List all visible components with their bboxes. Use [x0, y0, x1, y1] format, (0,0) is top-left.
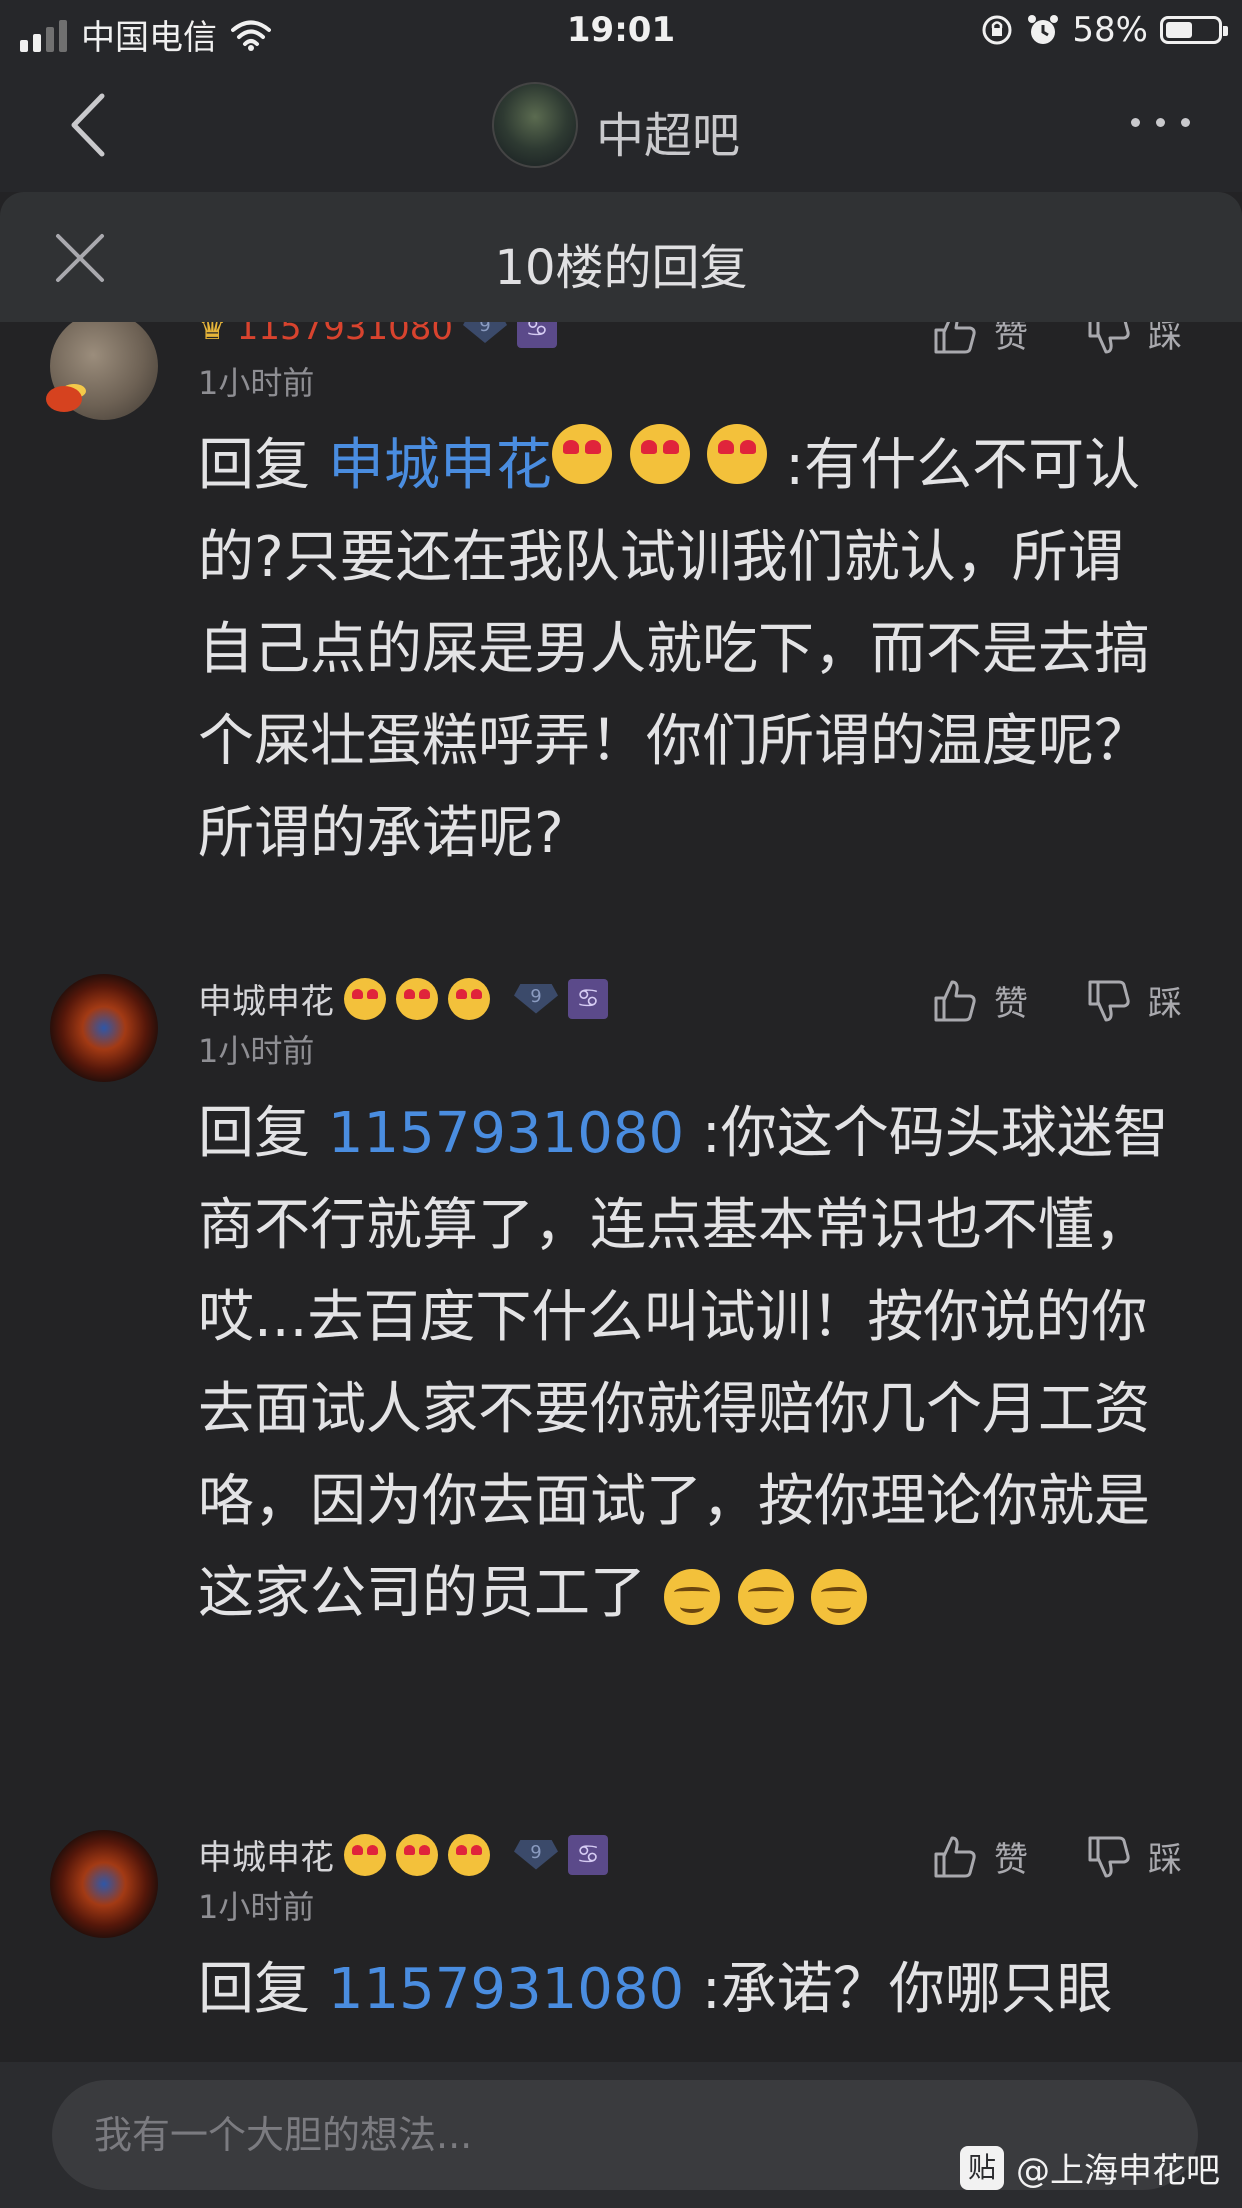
dislike-label: 踩	[1148, 984, 1182, 1024]
watermark: 贴 @上海申花吧	[960, 2143, 1220, 2192]
heart-eyes-emoji	[629, 424, 690, 484]
thumbs-up-icon	[934, 1836, 976, 1877]
user-avatar[interactable]	[46, 322, 158, 420]
heart-eyes-emoji	[396, 1833, 438, 1876]
heart-eyes-emoji	[448, 1833, 490, 1876]
thumbs-down-icon	[1088, 980, 1130, 1021]
mention-link[interactable]: 1157931080	[328, 1101, 684, 1166]
mention-link[interactable]: 申城申花	[328, 433, 552, 498]
like-label: 赞	[994, 984, 1028, 1024]
user-avatar[interactable]	[50, 1830, 158, 1938]
watermark-text: @上海申花吧	[1016, 2151, 1220, 2191]
thumbs-up-icon	[934, 322, 976, 353]
battery-icon	[1160, 16, 1228, 44]
username[interactable]: 申城申花	[198, 1830, 334, 1879]
username[interactable]: 1157931080	[237, 322, 453, 348]
zodiac-badge: ♋	[517, 322, 558, 348]
reply-content[interactable]: 回复 1157931080 :承诺？你哪只眼	[198, 1944, 1178, 2036]
dislike-label: 踩	[1148, 1840, 1182, 1880]
user-avatar[interactable]	[50, 974, 158, 1082]
username[interactable]: 申城申花	[198, 974, 334, 1023]
like-button[interactable]: 赞	[932, 1832, 1028, 1881]
crown-icon: ♛	[198, 322, 227, 347]
level-badge: 9	[463, 322, 508, 343]
alarm-icon	[1028, 15, 1059, 44]
forum-avatar[interactable]	[492, 82, 578, 168]
post-time: 1小时前	[198, 1888, 315, 1926]
heart-eyes-emoji	[707, 424, 768, 484]
thumbs-down-icon	[1088, 1836, 1130, 1877]
like-button[interactable]: 赞	[932, 322, 1028, 357]
heart-eyes-emoji	[396, 977, 438, 1020]
heart-eyes-emoji	[344, 977, 386, 1020]
thumbs-up-icon	[934, 980, 976, 1021]
nav-bar: 中超吧	[0, 62, 1242, 192]
mention-link[interactable]: 1157931080	[328, 1957, 684, 2022]
zodiac-badge: ♋	[568, 978, 608, 1019]
sheet-title: 10楼的回复	[494, 240, 748, 296]
reply-content[interactable]: 回复 1157931080 :你这个码头球迷智商不行就算了，连点基本常识也不懂，…	[198, 1088, 1178, 1640]
back-icon[interactable]	[62, 90, 122, 160]
like-button[interactable]: 赞	[932, 976, 1028, 1025]
smug-emoji	[663, 1568, 720, 1625]
heart-eyes-emoji	[344, 1833, 386, 1876]
post-time: 1小时前	[198, 364, 315, 402]
level-badge: 9	[514, 983, 558, 1014]
post-time: 1小时前	[198, 1032, 315, 1070]
level-badge: 9	[514, 1839, 558, 1870]
rotation-lock-icon	[982, 15, 1012, 45]
thumbs-down-icon	[1088, 322, 1130, 353]
dislike-button[interactable]: 踩	[1086, 1832, 1182, 1881]
tieba-logo-icon: 贴	[960, 2145, 1004, 2190]
reply-bar: 我有一个大胆的想法... 贴 @上海申花吧	[0, 2062, 1242, 2208]
reply-content[interactable]: 回复 申城申花 :有什么不可认的?只要还在我队试训我们就认，所谓自己点的屎是男人…	[198, 420, 1178, 880]
like-label: 赞	[994, 322, 1028, 356]
smug-emoji	[811, 1568, 868, 1625]
forum-name[interactable]: 中超吧	[596, 96, 740, 166]
smug-emoji	[737, 1568, 794, 1625]
heart-eyes-emoji	[551, 424, 612, 484]
reply-list[interactable]: ♛ 1157931080 9 ♋ 1小时前 赞 踩 回复 申城申花 :有什么不可…	[0, 322, 1242, 2062]
like-label: 赞	[994, 1840, 1028, 1880]
dislike-button[interactable]: 踩	[1086, 976, 1182, 1025]
dislike-button[interactable]: 踩	[1086, 322, 1182, 357]
more-icon[interactable]	[1131, 118, 1190, 127]
replies-sheet-header: 10楼的回复	[0, 192, 1242, 322]
zodiac-badge: ♋	[568, 1834, 608, 1875]
battery-percent: 58%	[1072, 10, 1148, 50]
dislike-label: 踩	[1148, 322, 1182, 356]
status-bar: 中国电信 19:01 58%	[0, 0, 1242, 62]
heart-eyes-emoji	[448, 977, 490, 1020]
